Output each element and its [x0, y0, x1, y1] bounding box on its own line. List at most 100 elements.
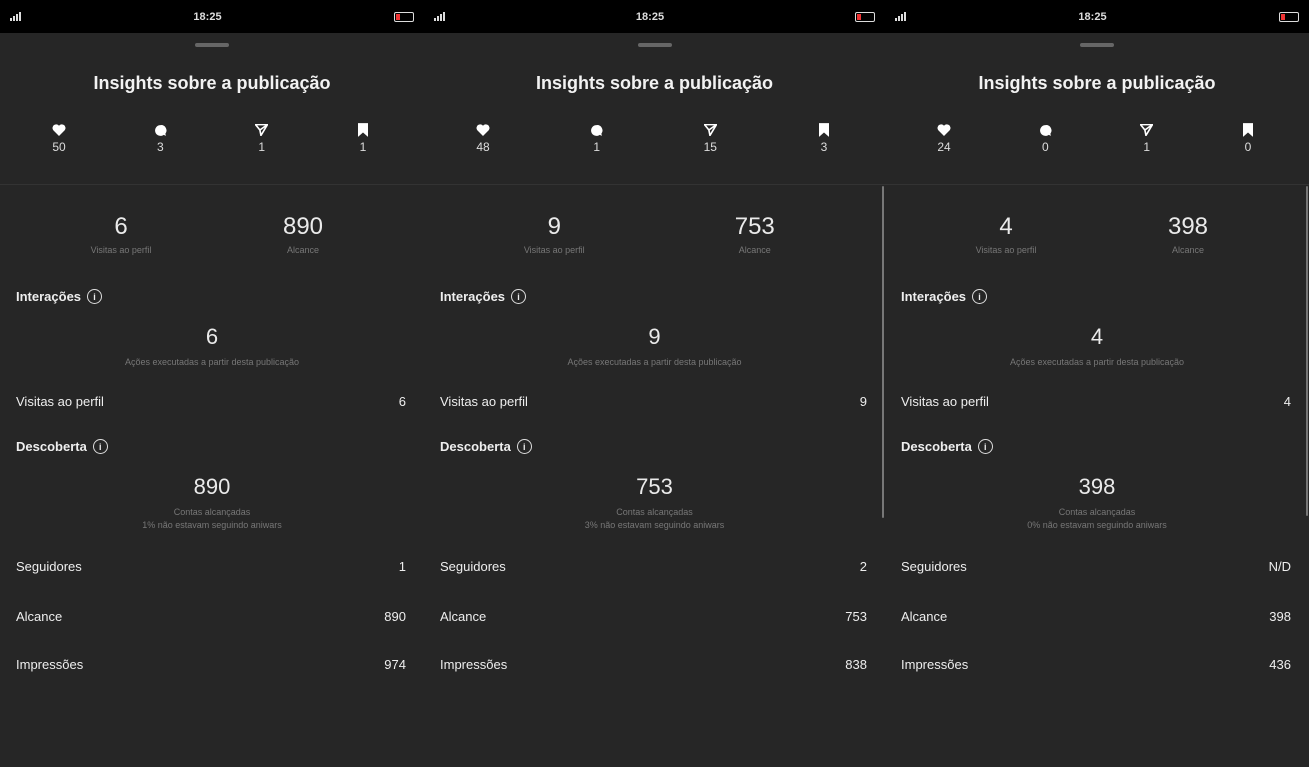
overview-metrics: 9 Visitas ao perfil 753 Alcance [424, 213, 885, 255]
discovery-summary: 890 Contas alcançadas 1% não estavam seg… [0, 474, 424, 532]
battery-indicators [854, 11, 875, 22]
reach-metric[interactable]: 753 Alcance [685, 213, 825, 255]
discovery-summary: 753 Contas alcançadas 3% não estavam seg… [424, 474, 885, 532]
impressions-row[interactable]: Impressões 436 [885, 654, 1309, 674]
row-value: 838 [845, 656, 867, 672]
reach-metric[interactable]: 890 Alcance [233, 213, 373, 255]
comments-stat: 0 [1030, 122, 1060, 154]
reach-metric[interactable]: 398 Alcance [1118, 213, 1258, 255]
scrollbar[interactable] [1306, 186, 1308, 516]
followers-row[interactable]: Seguidores 1 [0, 556, 424, 576]
row-label: Alcance [440, 608, 487, 624]
row-label: Visitas ao perfil [16, 393, 104, 409]
bookmark-icon [818, 122, 829, 138]
insights-screen-1: 18:25 Insights sobre a publicação 50 3 1… [0, 0, 424, 767]
saves-stat: 3 [809, 122, 839, 154]
info-icon[interactable]: i [92, 439, 108, 454]
row-value: 6 [398, 393, 406, 409]
drag-handle[interactable] [1080, 43, 1114, 47]
discovery-heading: Descoberta i [424, 439, 885, 454]
accounts-reached-label: Contas alcançadas [1058, 507, 1136, 517]
discovery-title: Descoberta [16, 439, 87, 454]
signal-icon [895, 12, 906, 21]
page-title: Insights sobre a publicação [93, 73, 331, 93]
row-label: Alcance [901, 608, 948, 624]
followers-row[interactable]: Seguidores 2 [424, 556, 885, 576]
battery-icon [854, 11, 875, 22]
page-title: Insights sobre a publicação [978, 73, 1216, 93]
signal-icon [434, 12, 445, 21]
discovery-summary: 398 Contas alcançadas 0% não estavam seg… [885, 474, 1309, 532]
info-icon[interactable]: i [516, 439, 532, 454]
drag-handle[interactable] [637, 43, 672, 47]
likes-stat: 24 [929, 122, 959, 154]
reach-row[interactable]: Alcance 398 [885, 606, 1309, 626]
profile-visits-value: 4 [999, 213, 1013, 240]
scrollbar[interactable] [882, 186, 884, 518]
saves-stat: 0 [1233, 122, 1263, 154]
row-label: Impressões [440, 656, 508, 672]
reach-row[interactable]: Alcance 753 [424, 606, 885, 626]
discovery-value: 398 [1078, 474, 1116, 499]
discovery-value: 890 [193, 474, 231, 499]
accounts-reached-label: Contas alcançadas [173, 507, 251, 517]
insights-screen-2: 18:25 Insights sobre a publicação 48 1 1… [424, 0, 885, 767]
row-value: 436 [1269, 656, 1291, 672]
interactions-summary: 6 Ações executadas a partir desta public… [0, 324, 424, 369]
bookmark-icon [1242, 122, 1253, 138]
followers-row[interactable]: Seguidores N/D [885, 556, 1309, 576]
overview-metrics: 6 Visitas ao perfil 890 Alcance [0, 213, 424, 255]
row-value: N/D [1268, 558, 1291, 574]
interactions-value: 9 [648, 324, 661, 349]
interactions-summary: 9 Ações executadas a partir desta public… [424, 324, 885, 369]
info-icon[interactable]: i [972, 289, 988, 304]
reach-row[interactable]: Alcance 890 [0, 606, 424, 626]
likes-count: 24 [937, 140, 951, 154]
battery-indicators [393, 11, 414, 22]
impressions-row[interactable]: Impressões 838 [424, 654, 885, 674]
bookmark-icon [357, 122, 368, 138]
profile-visits-row[interactable]: Visitas ao perfil 4 [885, 391, 1309, 411]
shares-stat: 1 [1132, 122, 1162, 154]
signal-icon [10, 12, 21, 21]
drag-handle[interactable] [195, 43, 229, 47]
row-value: 974 [384, 656, 406, 672]
profile-visits-label: Visitas ao perfil [975, 245, 1037, 255]
row-label: Seguidores [440, 558, 506, 574]
shares-count: 1 [258, 140, 265, 154]
accounts-reached-label: Contas alcançadas [616, 507, 693, 517]
interactions-value: 4 [1090, 324, 1104, 349]
interactions-label: Ações executadas a partir desta publicaç… [567, 357, 742, 367]
heart-icon [52, 122, 66, 138]
interactions-title: Interações [440, 289, 506, 304]
profile-visits-row[interactable]: Visitas ao perfil 6 [0, 391, 424, 411]
profile-visits-metric[interactable]: 4 Visitas ao perfil [936, 213, 1076, 255]
shares-stat: 1 [247, 122, 277, 154]
row-label: Alcance [16, 608, 63, 624]
profile-visits-row[interactable]: Visitas ao perfil 9 [424, 391, 885, 411]
profile-visits-metric[interactable]: 6 Visitas ao perfil [51, 213, 191, 255]
divider [0, 184, 424, 185]
reach-value: 753 [734, 213, 775, 240]
discovery-title: Descoberta [901, 439, 972, 454]
info-icon[interactable]: i [87, 289, 103, 304]
profile-visits-value: 9 [547, 213, 561, 240]
saves-count: 0 [1244, 140, 1252, 154]
info-icon[interactable]: i [511, 289, 527, 304]
row-value: 9 [859, 393, 867, 409]
profile-visits-metric[interactable]: 9 Visitas ao perfil [484, 213, 624, 255]
info-icon[interactable]: i [977, 439, 993, 454]
reach-value: 890 [282, 213, 324, 240]
interactions-title: Interações [16, 289, 82, 304]
shares-count: 1 [1143, 140, 1150, 154]
engagement-stats: 24 0 1 0 [885, 122, 1309, 154]
row-label: Visitas ao perfil [901, 393, 989, 409]
impressions-row[interactable]: Impressões 974 [0, 654, 424, 674]
likes-count: 50 [52, 140, 66, 154]
interactions-summary: 4 Ações executadas a partir desta public… [885, 324, 1309, 369]
interactions-label: Ações executadas a partir desta publicaç… [1009, 357, 1185, 367]
share-icon [1140, 122, 1154, 138]
engagement-stats: 48 1 15 3 [424, 122, 885, 154]
divider [885, 184, 1309, 185]
profile-visits-value: 6 [114, 213, 128, 240]
